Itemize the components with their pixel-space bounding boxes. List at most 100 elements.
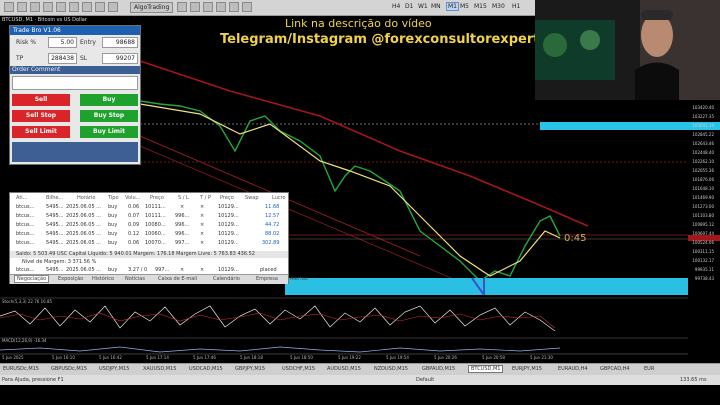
grid-icon[interactable] [242, 2, 252, 12]
chart-tab[interactable]: GBPJPY,M15 [235, 366, 265, 372]
cell-time: 2025.06.05 ... [66, 213, 101, 219]
col-header[interactable]: Tipo [108, 195, 119, 201]
entry-input[interactable]: 98688 [102, 37, 138, 48]
tab-historico[interactable]: Histórico [92, 276, 114, 282]
tf-m5[interactable]: M5 [460, 3, 469, 10]
price-label: 101273.00 [692, 204, 714, 209]
order-comment-input[interactable] [12, 76, 138, 90]
overlay-link-text: Link na descrição do vídeo [285, 17, 432, 30]
tf-m1[interactable]: M1 [446, 2, 459, 11]
zoom-out-icon[interactable] [229, 2, 239, 12]
chart-tab-active[interactable]: BTCUSD,M1 [468, 365, 504, 373]
sl-input[interactable]: 99207 [102, 53, 138, 64]
new-chart-icon[interactable] [4, 2, 14, 12]
chart-tab[interactable]: GBPUSDc,M15 [51, 366, 87, 372]
col-header[interactable]: Swap [245, 195, 259, 201]
risk-input[interactable]: 5.00 [48, 37, 77, 48]
navigator-icon[interactable] [56, 2, 66, 12]
price-label: 100697.44 [692, 231, 714, 236]
trade-panel: Trade Bro V1.06 Risk % 5.00 Entry 98688 … [9, 25, 141, 165]
chart-tab[interactable]: EUR [644, 366, 654, 372]
cell-type: buy [108, 240, 118, 246]
editor-icon[interactable] [95, 2, 105, 12]
chart-tab[interactable]: GBPCAD,H4 [600, 366, 630, 372]
price-label: 100132.17 [692, 258, 714, 263]
cell-tp: × [200, 231, 205, 237]
tab-negociacao[interactable]: Negociação [14, 275, 50, 283]
cell-time: 2025.06.05 ... [66, 267, 101, 273]
cell-time: 2025.06.05 ... [66, 240, 101, 246]
tab-alertas[interactable]: Alertas [290, 276, 308, 282]
cell-profit: 88.02 [265, 231, 280, 237]
chart-tab[interactable]: USDCAD,M15 [189, 366, 223, 372]
tab-calendario[interactable]: Calendário [213, 276, 240, 282]
tf-m15[interactable]: M15 [474, 3, 487, 10]
profiles-icon[interactable] [17, 2, 27, 12]
buy-button[interactable]: Buy [80, 94, 138, 106]
time-label: 5 Jun 18:50 [290, 355, 313, 360]
tf-mn[interactable]: MN [431, 3, 441, 10]
price-label: 103227.35 [692, 114, 714, 119]
data-window-icon[interactable] [43, 2, 53, 12]
chart-tab[interactable]: USDCHF,M15 [282, 366, 315, 372]
chart-tab[interactable]: XAUUSD,M15 [143, 366, 176, 372]
chart-tab[interactable]: EURUSDc,M15 [3, 366, 39, 372]
tf-h4[interactable]: H4 [392, 3, 400, 10]
tab-empresa[interactable]: Empresa [256, 276, 278, 282]
cell-profit: 302.89 [262, 240, 280, 246]
tf-m30[interactable]: M30 [492, 3, 505, 10]
market-watch-icon[interactable] [30, 2, 40, 12]
col-header[interactable]: Lucro [272, 195, 286, 201]
tab-noticias[interactable]: Notícias [125, 276, 145, 282]
cell-current: 10129... [218, 204, 239, 210]
tf-d1[interactable]: D1 [405, 3, 413, 10]
chart-bar-icon[interactable] [177, 2, 187, 12]
chart-candle-icon[interactable] [190, 2, 200, 12]
col-header[interactable]: S / L [178, 195, 189, 201]
price-label: 102845.22 [692, 132, 714, 137]
cell-current: 10129... [218, 213, 239, 219]
sell-button[interactable]: Sell [12, 94, 70, 106]
chart-tab[interactable]: USDJPY,M15 [99, 366, 129, 372]
algo-trading-button[interactable]: AlgoTrading [130, 2, 174, 13]
tp-input[interactable]: 288438 [48, 53, 77, 64]
balance-summary: Saldo: 5 503.49 USC Capital Líquido: 5 9… [10, 251, 288, 258]
tf-w1[interactable]: W1 [418, 3, 428, 10]
cell-type: buy [108, 267, 118, 273]
time-label: 5 Jun 16:10 [52, 355, 75, 360]
sell-limit-button[interactable]: Sell Limit [12, 126, 70, 138]
col-header[interactable]: Bilhe... [46, 195, 63, 201]
cell-ticket: 5495... [46, 267, 64, 273]
chart-line-icon[interactable] [203, 2, 213, 12]
chart-tab[interactable]: NZDUSD,M15 [374, 366, 408, 372]
terminal-icon[interactable] [69, 2, 79, 12]
cell-current: 10129... [218, 240, 239, 246]
toolbox-tabs: Negociação Exposição Histórico Notícias … [10, 274, 308, 284]
strategy-tester-icon[interactable] [82, 2, 92, 12]
chart-tab[interactable]: AUDUSD,M15 [327, 366, 361, 372]
tab-exposicao[interactable]: Exposição [58, 276, 83, 282]
buy-stop-button[interactable]: Buy Stop [80, 110, 138, 122]
buy-limit-button[interactable]: Buy Limit [80, 126, 138, 138]
overlay-social-text: Telegram/Instagram @forexconsultorexpert… [220, 32, 556, 47]
cell-sl: 997... [175, 240, 190, 246]
zoom-in-icon[interactable] [216, 2, 226, 12]
col-header[interactable]: Horário [77, 195, 95, 201]
chart-tab[interactable]: EURJPY,M15 [512, 366, 542, 372]
chart-tab[interactable]: GBPAUD,M15 [422, 366, 455, 372]
chart-tab[interactable]: EURAUD,H4 [558, 366, 588, 372]
cell-tp: × [200, 240, 205, 246]
col-header[interactable]: Preço [150, 195, 164, 201]
zone-box [285, 278, 688, 295]
new-order-icon[interactable] [108, 2, 118, 12]
cell-time: 2025.06.05 ... [66, 204, 101, 210]
col-header[interactable]: Preço [220, 195, 234, 201]
tab-email[interactable]: Caixa de E-mail [158, 276, 197, 282]
cell-price: 10111... [145, 213, 166, 219]
tf-h1[interactable]: H1 [512, 3, 520, 10]
cell-symbol: btcus... [16, 231, 35, 237]
col-header[interactable]: T / P [200, 195, 211, 201]
col-header[interactable]: Volu... [125, 195, 140, 201]
sell-stop-button[interactable]: Sell Stop [12, 110, 70, 122]
col-header[interactable]: Ati... [16, 195, 27, 201]
